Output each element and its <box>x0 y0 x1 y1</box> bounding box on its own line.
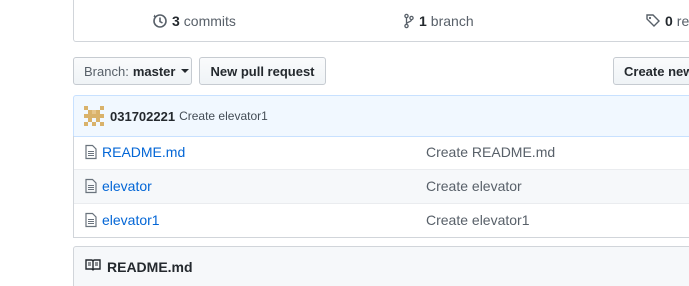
create-new-file-button[interactable]: Create new <box>613 57 689 85</box>
file-commit-message[interactable]: Create elevator1 <box>426 212 530 228</box>
file-name-link[interactable]: elevator <box>102 178 152 194</box>
file-commit-message[interactable]: Create elevator <box>426 178 522 194</box>
tag-icon <box>646 13 660 29</box>
git-branch-icon <box>404 13 414 29</box>
readme-title: README.md <box>107 258 193 275</box>
readme-header: README.md <box>73 246 689 286</box>
releases-label: re <box>676 13 689 29</box>
file-row: elevator Create elevator <box>74 169 689 203</box>
file-icon <box>85 178 97 197</box>
branch-select-value: master <box>132 63 176 79</box>
history-icon <box>153 13 167 29</box>
file-name-link[interactable]: README.md <box>102 144 185 160</box>
branch-select-button[interactable]: Branch: master <box>73 57 192 85</box>
commit-message-link[interactable]: Create elevator1 <box>179 109 268 123</box>
book-icon <box>85 258 101 275</box>
file-commit-message[interactable]: Create README.md <box>426 144 555 160</box>
branch-select-label: Branch: <box>84 63 129 79</box>
file-name-link[interactable]: elevator1 <box>102 212 160 228</box>
branches-stat[interactable]: 1 branch <box>404 12 474 30</box>
releases-stat[interactable]: 0 re <box>646 12 689 30</box>
avatar[interactable] <box>84 106 104 126</box>
file-list: README.md Create README.md elevator Crea… <box>73 136 689 238</box>
new-pull-request-button[interactable]: New pull request <box>199 57 326 85</box>
file-icon <box>85 212 97 231</box>
branches-label: branch <box>430 13 474 29</box>
file-row: README.md Create README.md <box>74 136 689 169</box>
commits-label: commits <box>183 13 236 29</box>
commits-stat[interactable]: 3 commits <box>153 12 236 30</box>
latest-commit-bar: 031702221 Create elevator1 <box>73 95 689 137</box>
branches-count: 1 <box>419 13 427 29</box>
caret-down-icon <box>181 69 190 73</box>
file-row: elevator1 Create elevator1 <box>74 203 689 237</box>
repo-stats-bar: 3 commits 1 branch 0 re <box>73 0 689 42</box>
releases-count: 0 <box>665 13 673 29</box>
file-icon <box>85 144 97 163</box>
commit-author-link[interactable]: 031702221 <box>110 109 175 124</box>
commits-count: 3 <box>172 13 180 29</box>
